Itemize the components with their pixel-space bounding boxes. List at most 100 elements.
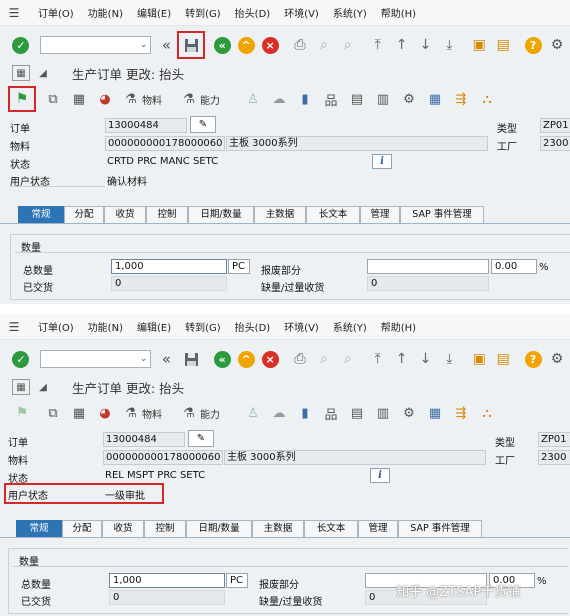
network-icon[interactable]: 品 [322,90,340,109]
type-field[interactable]: ZP01 [538,432,570,447]
command-field[interactable]: ⌄ [39,36,152,54]
table-icon[interactable]: ▦ [426,92,444,107]
network-icon[interactable]: 品 [322,404,340,423]
last-page-icon[interactable]: ⤓ [438,34,460,56]
cost-icon[interactable]: ◕ [96,406,114,421]
tab-sap-event-management[interactable]: SAP 事件管理 [398,520,482,537]
menu-system[interactable]: 系统(Y) [333,5,367,20]
menu-order[interactable]: 订单(O) [38,5,74,20]
plant-field[interactable]: 2300 [540,136,570,151]
sap-menu-icon[interactable]: ☰ [4,320,24,334]
hierarchy-icon[interactable]: ♙ [244,92,262,107]
find-next-icon[interactable]: ⌕ [337,34,359,56]
find-next-icon[interactable]: ⌕ [337,348,359,370]
settings-gear-icon[interactable]: ⚙ [546,34,568,56]
edit-long-text-icon[interactable]: ✎ [188,430,214,447]
shortcut-icon[interactable]: ▤ [492,34,514,56]
cancel-icon[interactable]: × [259,34,281,56]
order-field[interactable]: 13000484 [103,432,185,447]
next-page-icon[interactable]: ↓ [415,348,437,370]
new-session-icon[interactable]: ▣ [468,34,490,56]
tab-dates-quantity[interactable]: 日期/数量 [186,520,252,537]
calculator-icon[interactable]: ▦ [70,92,88,107]
bar-icon[interactable]: ▮ [296,406,314,421]
save-icon[interactable] [177,31,206,59]
help-icon[interactable]: ? [522,348,544,370]
back-icon[interactable]: « [211,34,233,56]
cost-icon[interactable]: ◕ [96,92,114,107]
capacity-icon[interactable]: ⚗ [180,92,198,107]
menu-help[interactable]: 帮助(H) [381,5,416,20]
dropdown-icon[interactable]: ◢ [32,62,54,84]
components-icon[interactable]: ⧉ [44,406,62,421]
back-icon[interactable]: « [211,348,233,370]
type-field[interactable]: ZP01 [540,118,570,133]
total-quantity-input[interactable]: 1,000 [111,259,227,274]
last-page-icon[interactable]: ⤓ [438,348,460,370]
people-icon[interactable]: ⛬ [478,92,496,107]
tab-long-text[interactable]: 长文本 [304,520,358,537]
document-icon[interactable]: ▤ [348,92,366,107]
scrap-input[interactable] [367,259,489,274]
screen-icon[interactable]: ▦ [12,379,30,395]
tab-master-data[interactable]: 主数据 [252,520,304,537]
tab-master-data[interactable]: 主数据 [254,206,306,223]
hierarchy-icon[interactable]: ♙ [244,406,262,421]
material-icon[interactable]: ⚗ [122,406,140,421]
tab-long-text[interactable]: 长文本 [306,206,360,223]
document-icon[interactable]: ▤ [348,406,366,421]
prev-page-icon[interactable]: ↑ [391,34,413,56]
capacity-button[interactable]: 能力 [200,92,220,107]
people-icon[interactable]: ⛬ [478,406,496,421]
edit-long-text-icon[interactable]: ✎ [190,116,216,133]
scrap-percent-input[interactable]: 0.00 [491,259,537,274]
menu-edit[interactable]: 编辑(E) [137,319,171,334]
find-icon[interactable]: ⌕ [313,34,335,56]
collapse-icon[interactable]: « [155,34,177,56]
menu-header[interactable]: 抬头(D) [235,319,271,334]
first-page-icon[interactable]: ⤒ [367,348,389,370]
find-icon[interactable]: ⌕ [313,348,335,370]
transfer-icon[interactable]: ⇶ [452,92,470,107]
sap-menu-icon[interactable]: ☰ [4,6,24,20]
material-button[interactable]: 物料 [142,92,162,107]
print-icon[interactable]: ⎙ [289,348,311,370]
enter-icon[interactable]: ✓ [10,34,32,56]
cloud-icon[interactable]: ☁ [270,406,288,421]
material-field[interactable]: 000000000178000060 [103,450,223,465]
material-button[interactable]: 物料 [142,406,162,421]
settings-gear-icon[interactable]: ⚙ [546,348,568,370]
exit-icon[interactable]: ^ [235,34,257,56]
menu-help[interactable]: 帮助(H) [381,319,416,334]
status-info-icon[interactable]: i [372,154,392,169]
calculator-icon[interactable]: ▦ [70,406,88,421]
menu-header[interactable]: 抬头(D) [235,5,271,20]
tab-general[interactable]: 常规 [16,520,62,537]
cloud-icon[interactable]: ☁ [270,92,288,107]
cancel-icon[interactable]: × [259,348,281,370]
prev-page-icon[interactable]: ↑ [391,348,413,370]
help-icon[interactable]: ? [522,34,544,56]
list-icon[interactable]: ▥ [374,92,392,107]
enter-icon[interactable]: ✓ [10,348,32,370]
plant-field[interactable]: 2300 [538,450,570,465]
first-page-icon[interactable]: ⤒ [367,34,389,56]
tab-general[interactable]: 常规 [18,206,64,223]
menu-environment[interactable]: 环境(V) [284,319,319,334]
menu-function[interactable]: 功能(N) [88,319,123,334]
menu-goto[interactable]: 转到(G) [185,5,221,20]
unit-field[interactable]: PC [226,573,248,588]
order-field[interactable]: 13000484 [105,118,187,133]
menu-function[interactable]: 功能(N) [88,5,123,20]
total-quantity-input[interactable]: 1,000 [109,573,225,588]
command-field[interactable]: ⌄ [39,350,152,368]
capacity-icon[interactable]: ⚗ [180,406,198,421]
tab-sap-event-management[interactable]: SAP 事件管理 [400,206,484,223]
save-icon[interactable] [179,347,203,371]
collapse-icon[interactable]: « [155,348,177,370]
menu-edit[interactable]: 编辑(E) [137,5,171,20]
capacity-button[interactable]: 能力 [200,406,220,421]
gear-icon[interactable]: ⚙ [400,92,418,107]
table-icon[interactable]: ▦ [426,406,444,421]
unit-field[interactable]: PC [228,259,250,274]
